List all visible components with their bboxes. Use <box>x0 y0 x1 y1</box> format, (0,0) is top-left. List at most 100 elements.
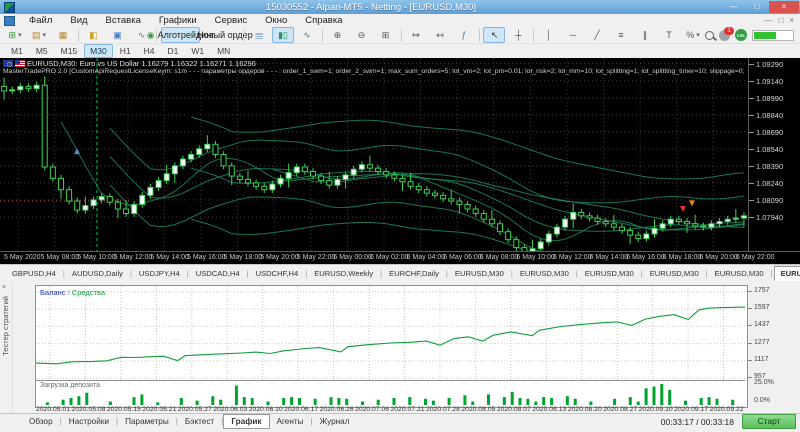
menu-item-графики[interactable]: Графики <box>150 14 206 27</box>
timeframe-mn[interactable]: MN <box>211 44 236 58</box>
chart-tab-eurchf-daily[interactable]: EURCHF,Daily <box>383 267 445 280</box>
standard-toolbar: ⊞▾▤▾▦◧▣∿◉Алготрейдинг+Новый ордер𝄙▮▯∿⊕⊖⊞… <box>0 27 800 44</box>
search-icon[interactable] <box>705 31 714 40</box>
tester-tab-график[interactable]: График <box>223 414 269 429</box>
start-button[interactable]: Старт <box>742 414 796 429</box>
time-axis-label: 5 May 22:00 <box>297 254 336 261</box>
tester-date-label: 2020.06.03 <box>213 406 247 413</box>
zoom-out-button[interactable]: ⊖ <box>351 27 373 43</box>
chart-tab-eurusd-m30[interactable]: EURUSD,M30 <box>774 266 800 281</box>
tester-tab-бэктест[interactable]: Бэктест <box>178 415 221 428</box>
lvl-icon[interactable]: LVL <box>735 29 747 41</box>
title-bar: 15030552 - Alpari-MT5 - Netting - [EURUS… <box>0 0 800 14</box>
tab-separator: | <box>706 269 708 278</box>
tester-chart[interactable]: Баланс / Средства Загрузка депозита <box>35 285 748 408</box>
tester-tab-обзор[interactable]: Обзор <box>22 415 60 428</box>
chart-tab-eurusd-m30[interactable]: EURUSD,M30 <box>579 267 640 280</box>
algo-trading-button[interactable]: ◉Алготрейдинг <box>161 27 200 43</box>
data-window-button[interactable]: ▣ <box>106 27 128 43</box>
time-axis-label: 5 May 20:00 <box>260 254 299 261</box>
trendline-button[interactable]: ╱ <box>586 27 608 43</box>
menu-item-сервис[interactable]: Сервис <box>206 14 257 27</box>
menu-bar: ФайлВидВставкаГрафикиСервисОкноСправка —… <box>0 14 800 28</box>
time-axis[interactable]: 5 May 20205 May 08:005 May 10:005 May 12… <box>0 251 800 265</box>
profiles-button[interactable]: ▤▾ <box>28 27 50 43</box>
strategy-tester-button[interactable]: ▦ <box>52 27 74 43</box>
mdi-restore-button[interactable]: □ <box>778 16 783 25</box>
timeframe-toolbar: M1M5M15M30H1H4D1W1MN <box>0 44 800 58</box>
bar-chart-button[interactable]: 𝄙 <box>248 27 270 43</box>
close-button[interactable]: × <box>769 1 799 13</box>
minimize-button[interactable]: — <box>723 1 745 13</box>
timeframe-m1[interactable]: M1 <box>5 44 29 58</box>
mdi-close-button[interactable]: × <box>789 16 794 25</box>
menu-items: ФайлВидВставкаГрафикиСервисОкноСправка <box>20 14 352 27</box>
tab-separator: | <box>63 269 65 278</box>
menu-item-файл[interactable]: Файл <box>20 14 61 27</box>
menu-item-справка[interactable]: Справка <box>296 14 351 27</box>
tester-tab-агенты[interactable]: Агенты <box>270 415 311 428</box>
candlestick-chart-button[interactable]: ▮▯ <box>272 27 294 43</box>
fibonacci-button[interactable]: ≡ <box>610 27 632 43</box>
tab-separator: | <box>446 269 448 278</box>
indicators-button[interactable]: ƒ <box>453 27 475 43</box>
new-order-button-label: Новый ордер <box>197 30 252 40</box>
chart-tab-eurusd-weekly[interactable]: EURUSD,Weekly <box>308 267 379 280</box>
tester-tab-журнал[interactable]: Журнал <box>313 415 357 428</box>
tester-date-label: 2020.08.07 <box>497 406 531 413</box>
chart-tab-eurusd-m30[interactable]: EURUSD,M30 <box>644 267 705 280</box>
timeframe-d1[interactable]: D1 <box>161 44 184 58</box>
chart-tab-bar: GBPUSD,H4|AUDUSD,Daily|USDJPY,H4|USDCAD,… <box>0 264 800 282</box>
new-chart-button[interactable]: ⊞▾ <box>4 27 26 43</box>
new-order-button[interactable]: +Новый ордер <box>202 27 239 43</box>
timeframe-m15[interactable]: M15 <box>55 44 84 58</box>
cursor-button[interactable]: ↖ <box>483 27 505 43</box>
tester-tabs: Обзор|Настройки|Параметры|Бэктест|График… <box>22 414 357 429</box>
timeframe-w1[interactable]: W1 <box>185 44 210 58</box>
chart-tab-usdcad-h4[interactable]: USDCAD,H4 <box>190 267 246 280</box>
line-chart-button[interactable]: ∿ <box>296 27 318 43</box>
auto-scroll-button[interactable]: ↦ <box>405 27 427 43</box>
price-axis[interactable]: 1.092901.091401.089901.088401.086901.085… <box>748 58 800 251</box>
chart-tab-eurusd-m30[interactable]: EURUSD,M30 <box>449 267 510 280</box>
chart-tab-audusd-daily[interactable]: AUDUSD,Daily <box>66 267 129 280</box>
menu-item-окно[interactable]: Окно <box>256 14 296 27</box>
maximize-button[interactable]: □ <box>746 1 768 13</box>
tester-scale-label: 1277 <box>754 339 770 346</box>
time-axis-label: 6 May 12:00 <box>553 254 592 261</box>
timeframe-h4[interactable]: H4 <box>138 44 161 58</box>
chart-shift-icon: ↤ <box>436 30 444 41</box>
chart-tab-gbpusd-h4[interactable]: GBPUSD,H4 <box>6 267 62 280</box>
time-axis-label: 6 May 04:00 <box>407 254 446 261</box>
tab-separator: | <box>247 269 249 278</box>
market-watch-button[interactable]: ◧ <box>82 27 104 43</box>
community-icon[interactable]: 1 <box>719 30 730 41</box>
price-tick <box>749 132 754 133</box>
tester-date-label: 2020.05.15 <box>107 406 141 413</box>
price-chart[interactable]: EURUSD,M30: Euro vs US Dollar 1.16279 1.… <box>0 58 748 251</box>
horizontal-line-button[interactable]: ─ <box>562 27 584 43</box>
vertical-line-button[interactable]: │ <box>538 27 560 43</box>
zoom-in-button[interactable]: ⊕ <box>327 27 349 43</box>
us-flag-icon <box>15 60 25 67</box>
channel-button[interactable]: ∥ <box>634 27 656 43</box>
chart-shift-button[interactable]: ↤ <box>429 27 451 43</box>
tester-close-icon[interactable]: × <box>2 284 6 291</box>
chart-tab-eurusd-m30[interactable]: EURUSD,M30 <box>709 267 770 280</box>
data-window-icon: ▣ <box>113 30 122 41</box>
timeframe-m5[interactable]: M5 <box>30 44 54 58</box>
menu-item-вид[interactable]: Вид <box>61 14 96 27</box>
chart-tab-usdjpy-h4[interactable]: USDJPY,H4 <box>133 267 186 280</box>
tile-windows-button[interactable]: ⊞ <box>375 27 397 43</box>
menu-item-вставка[interactable]: Вставка <box>97 14 150 27</box>
mdi-minimize-button[interactable]: — <box>764 16 772 25</box>
timeframe-h1[interactable]: H1 <box>114 44 137 58</box>
tester-tab-настройки[interactable]: Настройки <box>62 415 116 428</box>
tester-tab-параметры[interactable]: Параметры <box>118 415 176 428</box>
objects-button[interactable]: %▾ <box>682 27 704 43</box>
chart-tab-eurusd-m30[interactable]: EURUSD,M30 <box>514 267 575 280</box>
timeframe-m30[interactable]: M30 <box>84 44 113 58</box>
chart-tab-usdchf-h4[interactable]: USDCHF,H4 <box>250 267 305 280</box>
crosshair-button[interactable]: ┼ <box>507 27 529 43</box>
text-button[interactable]: T <box>658 27 680 43</box>
